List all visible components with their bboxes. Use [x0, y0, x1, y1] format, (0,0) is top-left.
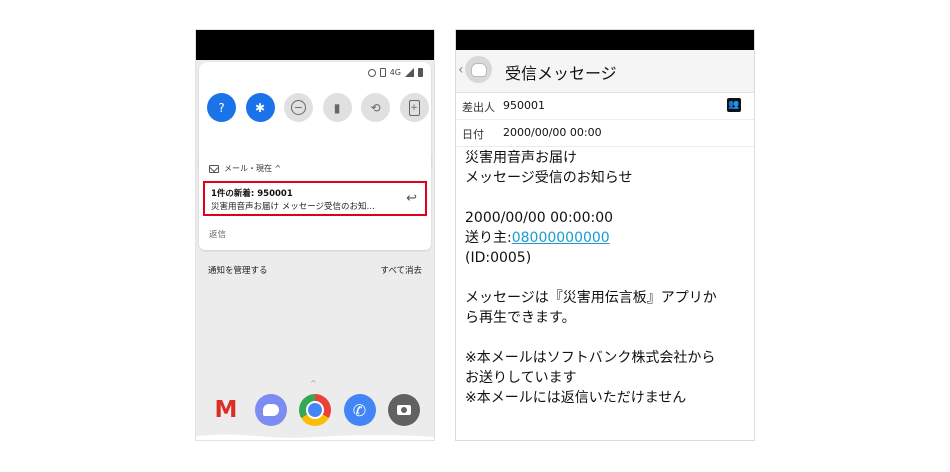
camera-app-icon[interactable]	[388, 394, 420, 426]
reply-icon[interactable]: ↩	[406, 191, 417, 206]
messages-app-icon[interactable]	[254, 394, 287, 426]
clear-all-button[interactable]: すべて消去	[380, 264, 422, 276]
network-type: 4G	[389, 68, 401, 77]
notification-title: 1件の新着: 950001	[211, 189, 293, 199]
avatar[interactable]	[465, 56, 492, 83]
battery-icon: +	[408, 99, 420, 116]
wifi-icon: ?	[218, 100, 225, 115]
battery-saver-tile[interactable]: +	[399, 93, 429, 122]
torn-edge	[456, 434, 754, 440]
alarm-icon	[367, 68, 376, 77]
body-datetime: 2000/00/00 00:00:00	[465, 210, 614, 226]
back-icon[interactable]: ‹	[458, 62, 464, 78]
received-message-screen: ‹ 受信メッセージ 差出人 950001 👥 日付 2000/00/00 00:…	[456, 30, 754, 440]
message-body: 災害用音声お届け メッセージ受信のお知らせ 2000/00/00 00:00:0…	[465, 148, 750, 408]
sender-row: 差出人 950001 👥	[456, 93, 754, 120]
flashlight-tile[interactable]: ▮	[322, 93, 352, 122]
app-dock: M ✆	[210, 394, 420, 426]
notification-message[interactable]: 1件の新着: 950001 災害用音声お届け メッセージ受信のお知… ↩	[203, 181, 427, 216]
notification-card[interactable]: メール・現在 ^ 1件の新着: 950001 災害用音声お届け メッセージ受信の…	[199, 152, 431, 250]
body-line: お送りしています	[465, 370, 577, 386]
notification-app-label: メール・現在 ^	[224, 164, 282, 173]
notification-shade-screen: 4G ? ✱ − ▮ ⟲ + メール・現在 ^ 1件の新着: 950001 災害…	[196, 30, 434, 440]
notification-body: 災害用音声お届け メッセージ受信のお知…	[211, 202, 376, 212]
signal-icon	[405, 68, 414, 77]
body-line: ら再生できます。	[465, 310, 576, 326]
mail-icon	[209, 164, 219, 173]
body-id: (ID:0005)	[465, 250, 532, 266]
bluetooth-tile[interactable]: ✱	[245, 93, 275, 122]
do-not-disturb-tile[interactable]: −	[284, 93, 313, 122]
status-icons: 4G	[367, 68, 423, 77]
date-value: 2000/00/00 00:00	[503, 126, 602, 139]
page-title: 受信メッセージ	[505, 64, 617, 83]
bluetooth-icon: ✱	[254, 100, 266, 115]
torn-edge	[196, 434, 434, 440]
wifi-tile[interactable]: ?	[207, 93, 236, 122]
status-bar	[456, 30, 754, 50]
body-line: ※本メールには返信いただけません	[465, 390, 687, 406]
sender-value: 950001	[503, 99, 545, 112]
manage-notifications-button[interactable]: 通知を管理する	[208, 264, 268, 276]
notification-tray-actions: 通知を管理する すべて消去	[208, 264, 422, 276]
notification-header: メール・現在 ^	[209, 163, 281, 174]
vibrate-icon	[379, 68, 386, 77]
chevron-up-icon[interactable]: ^	[310, 379, 317, 388]
reply-action-button[interactable]: 返信	[209, 228, 226, 240]
body-line: 災害用音声お届け	[465, 150, 577, 166]
rotate-icon: ⟲	[370, 100, 381, 115]
status-bar	[196, 30, 434, 60]
app-header: ‹ 受信メッセージ	[456, 50, 754, 93]
quick-settings-tiles: ? ✱ − ▮ ⟲ +	[207, 93, 429, 122]
sender-label: 差出人	[462, 101, 495, 114]
chrome-app-icon[interactable]	[299, 394, 331, 426]
date-label: 日付	[462, 128, 484, 141]
date-row: 日付 2000/00/00 00:00	[456, 120, 754, 147]
gmail-app-icon[interactable]: M	[210, 394, 242, 426]
do-not-disturb-icon: −	[291, 100, 306, 115]
body-line: メッセージは『災害用伝言板』アプリか	[465, 290, 717, 306]
auto-rotate-tile[interactable]: ⟲	[361, 93, 390, 122]
phone-app-icon[interactable]: ✆	[343, 394, 376, 426]
body-line: ※本メールはソフトバンク株式会社から	[465, 350, 716, 366]
contacts-icon[interactable]: 👥	[727, 98, 741, 112]
body-sender-line: 送り主:08000000000	[465, 228, 750, 248]
flashlight-icon: ▮	[333, 100, 341, 115]
body-line: メッセージ受信のお知らせ	[465, 170, 633, 186]
from-prefix: 送り主:	[465, 230, 512, 246]
phone-number-link[interactable]: 08000000000	[512, 230, 610, 246]
battery-status-icon	[418, 68, 423, 77]
